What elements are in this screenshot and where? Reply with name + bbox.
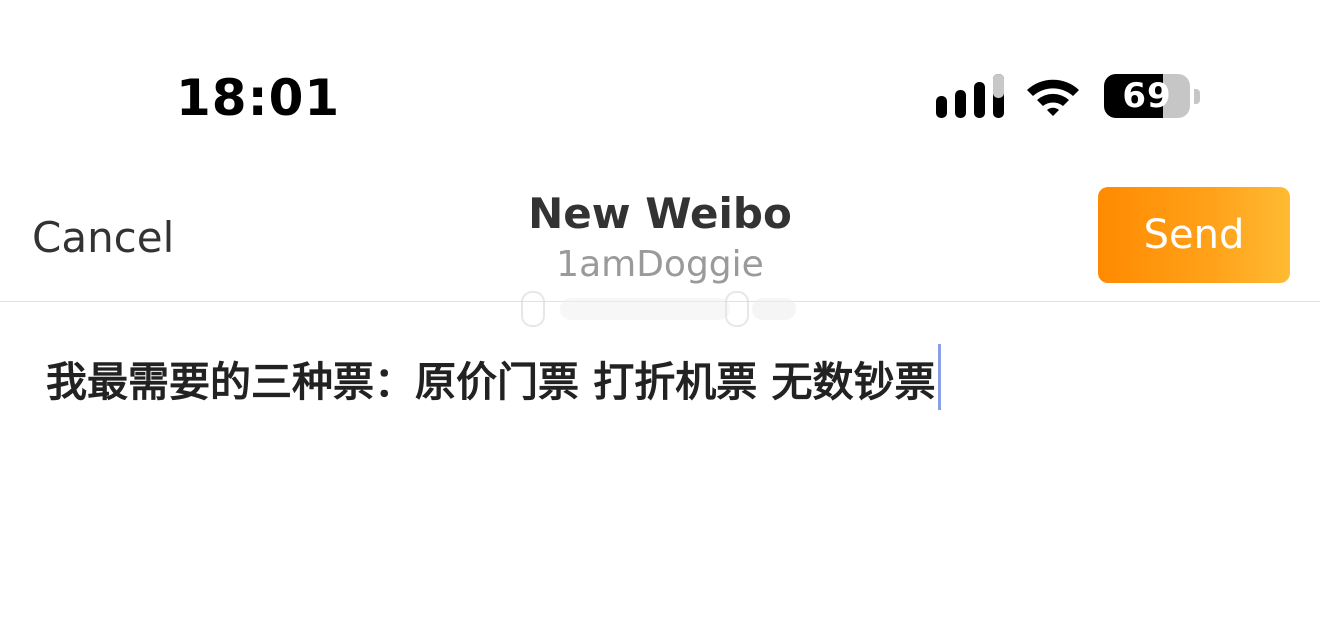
compose-nav-bar: Cancel New Weibo 1amDoggie Send: [0, 150, 1320, 302]
compose-text-content: 我最需要的三种票：原价门票 打折机票 无数钞票: [46, 358, 936, 406]
battery-indicator: 69: [1104, 74, 1200, 120]
battery-body: 69: [1104, 74, 1190, 118]
status-time: 18:01: [176, 69, 341, 127]
battery-level: 69: [1122, 76, 1172, 116]
cellular-signal-icon: [936, 74, 1004, 118]
cancel-button[interactable]: Cancel: [32, 212, 174, 264]
status-bar: 18:01 69: [0, 0, 1320, 150]
send-button[interactable]: Send: [1098, 187, 1290, 283]
compose-input[interactable]: 我最需要的三种票：原价门票 打折机票 无数钞票: [46, 344, 941, 410]
page-title: New Weibo: [528, 189, 792, 238]
account-username: 1amDoggie: [556, 244, 764, 285]
text-cursor: [937, 344, 941, 410]
battery-cap: [1194, 89, 1200, 104]
compose-text-area[interactable]: 我最需要的三种票：原价门票 打折机票 无数钞票: [0, 302, 1320, 618]
wifi-icon: [1027, 79, 1079, 116]
